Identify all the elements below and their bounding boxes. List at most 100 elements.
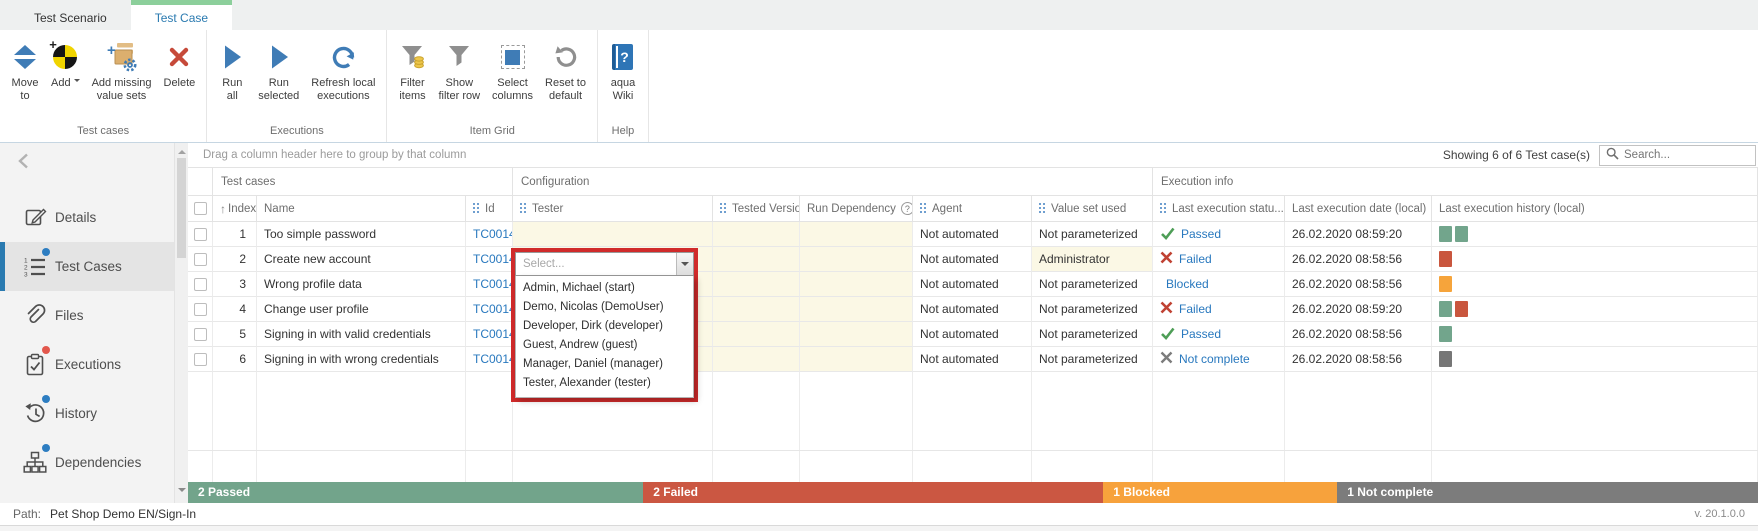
status-link[interactable]: Not complete <box>1179 352 1250 366</box>
reset-to-default-button[interactable]: Reset to default <box>539 35 592 105</box>
scroll-down-icon[interactable] <box>178 488 186 496</box>
value-set-cell[interactable]: Not parameterized <box>1032 322 1153 347</box>
row-checkbox[interactable] <box>194 253 207 266</box>
footer-bar: Path: Pet Shop Demo EN/Sign-In v. 20.1.0… <box>0 503 1758 525</box>
dropdown-option-developer-dirk-developer[interactable]: Developer, Dirk (developer) <box>516 317 693 336</box>
status-cell: Not complete <box>1153 347 1285 372</box>
sidebar-item-dependencies[interactable]: Dependencies <box>0 438 174 487</box>
status-link[interactable]: Failed <box>1179 252 1212 266</box>
select-all-checkbox[interactable] <box>194 202 207 215</box>
tab-strip: Test ScenarioTest Case <box>0 0 1758 30</box>
sidebar-item-files[interactable]: Files <box>0 291 174 340</box>
search-input[interactable] <box>1624 149 1749 161</box>
value-set-cell[interactable]: Not parameterized <box>1032 347 1153 372</box>
dropdown-option-admin-michael-start[interactable]: Admin, Michael (start) <box>516 279 693 298</box>
group-by-bar[interactable]: Drag a column header here to group by th… <box>188 143 1758 168</box>
tested-version-cell[interactable] <box>713 222 800 247</box>
tester-cell[interactable] <box>513 222 713 247</box>
status-cell: Failed <box>1153 297 1285 322</box>
column-label: Run Dependency <box>807 203 896 215</box>
run-selected-button[interactable]: Run selected <box>252 35 305 105</box>
value-set-cell[interactable]: Not parameterized <box>1032 222 1153 247</box>
column-header-value-set-used[interactable]: Value set used <box>1032 196 1153 222</box>
value-set-cell[interactable]: Not parameterized <box>1032 272 1153 297</box>
column-header-last-execution-history-local[interactable]: Last execution history (local) <box>1432 196 1758 222</box>
id-link[interactable]: TC001432 <box>466 297 513 322</box>
filter-items-button[interactable]: Filter items <box>392 35 432 105</box>
sidebar-item-history[interactable]: History <box>0 389 174 438</box>
aqua-wiki-button[interactable]: ?aqua Wiki <box>603 35 643 105</box>
column-header-name[interactable]: Name <box>257 196 466 222</box>
id-link[interactable]: TC001431 <box>466 322 513 347</box>
ribbon: Move toAdd+Add missing value setsDeleteT… <box>0 30 1758 143</box>
scroll-up-icon[interactable] <box>178 146 186 154</box>
move-to-button[interactable]: Move to <box>5 35 45 105</box>
dropdown-option-manager-daniel-manager[interactable]: Manager, Daniel (manager) <box>516 355 693 374</box>
history-cell <box>1432 347 1758 372</box>
delete-button[interactable]: Delete <box>158 35 202 92</box>
run-all-button[interactable]: Run all <box>212 35 252 105</box>
status-link[interactable]: Failed <box>1179 302 1212 316</box>
refresh-local-executions-button[interactable]: Refresh local executions <box>305 35 381 105</box>
run-dependency-cell[interactable] <box>800 222 913 247</box>
column-header-index[interactable]: ↑Index <box>213 196 257 222</box>
sidebar-item-test-cases[interactable]: 123Test Cases <box>0 242 174 291</box>
run-dependency-cell[interactable] <box>800 272 913 297</box>
empty-rows-area <box>188 372 1758 482</box>
dropdown-toggle-button[interactable] <box>676 253 693 275</box>
tab-test-scenario[interactable]: Test Scenario <box>10 0 131 30</box>
id-link[interactable]: TC001430 <box>466 347 513 372</box>
status-link[interactable]: Passed <box>1181 327 1221 341</box>
sidebar-item-details[interactable]: Details <box>0 193 174 242</box>
id-link[interactable]: TC001434 <box>466 247 513 272</box>
showing-count: Showing 6 of 6 Test case(s) <box>1443 148 1590 162</box>
history-icon <box>23 402 47 426</box>
row-select-cell <box>188 222 213 247</box>
path-value: Pet Shop Demo EN/Sign-In <box>50 507 196 521</box>
tester-select-editor[interactable]: Select... <box>515 252 694 276</box>
tab-test-case[interactable]: Test Case <box>131 0 232 30</box>
add-button[interactable]: Add <box>45 35 86 92</box>
row-checkbox[interactable] <box>194 278 207 291</box>
history-square-orange <box>1439 276 1452 292</box>
column-header-agent[interactable]: Agent <box>913 196 1032 222</box>
dropdown-option-demo-nicolas-demouser[interactable]: Demo, Nicolas (DemoUser) <box>516 298 693 317</box>
tested-version-cell[interactable] <box>713 297 800 322</box>
tested-version-cell[interactable] <box>713 322 800 347</box>
scrollbar-thumb[interactable] <box>177 158 186 258</box>
row-checkbox[interactable] <box>194 328 207 341</box>
sidebar-scrollbar[interactable] <box>174 143 188 503</box>
row-checkbox[interactable] <box>194 353 207 366</box>
column-header-tester[interactable]: Tester <box>513 196 713 222</box>
tested-version-cell[interactable] <box>713 247 800 272</box>
table-row: 3Wrong profile dataTC001433Not automated… <box>188 272 1758 297</box>
show-filter-row-button[interactable]: Show filter row <box>432 35 486 105</box>
row-checkbox[interactable] <box>194 228 207 241</box>
column-header-run-dependency[interactable]: Run Dependency? <box>800 196 913 222</box>
run-dependency-cell[interactable] <box>800 297 913 322</box>
search-box[interactable] <box>1599 145 1756 166</box>
status-link[interactable]: Passed <box>1181 227 1221 241</box>
column-header-tested-version[interactable]: Tested Version <box>713 196 800 222</box>
run-dependency-cell[interactable] <box>800 322 913 347</box>
status-link[interactable]: Blocked <box>1166 277 1209 291</box>
row-checkbox[interactable] <box>194 303 207 316</box>
run-dependency-cell[interactable] <box>800 347 913 372</box>
value-set-cell[interactable]: Administrator <box>1032 247 1153 272</box>
column-header-id[interactable]: Id <box>466 196 513 222</box>
tested-version-cell[interactable] <box>713 272 800 297</box>
id-link[interactable]: TC001435 <box>466 222 513 247</box>
value-set-cell[interactable]: Not parameterized <box>1032 297 1153 322</box>
sidebar-item-executions[interactable]: Executions <box>0 340 174 389</box>
column-header-last-execution-date-local[interactable]: Last execution date (local) <box>1285 196 1432 222</box>
tested-version-cell[interactable] <box>713 347 800 372</box>
id-link[interactable]: TC001433 <box>466 272 513 297</box>
collapse-sidebar-icon[interactable] <box>18 153 29 174</box>
add-missing-value-sets-button[interactable]: +Add missing value sets <box>86 35 158 105</box>
run-dependency-cell[interactable] <box>800 247 913 272</box>
dropdown-option-guest-andrew-guest[interactable]: Guest, Andrew (guest) <box>516 336 693 355</box>
column-header-last-execution-statu[interactable]: Last execution statu... <box>1153 196 1285 222</box>
select-columns-button[interactable]: Select columns <box>486 35 539 105</box>
status-cell: Passed <box>1153 222 1285 247</box>
dropdown-option-tester-alexander-tester[interactable]: Tester, Alexander (tester) <box>516 374 693 393</box>
